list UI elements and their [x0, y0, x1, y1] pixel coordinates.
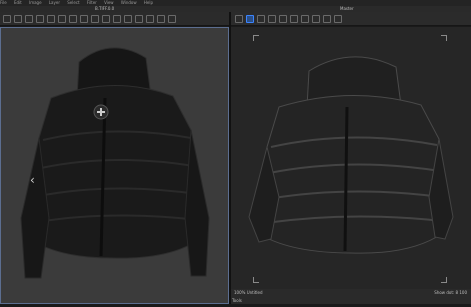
brush-tool-icon[interactable]: [47, 14, 55, 23]
camera-icon[interactable]: [279, 14, 287, 23]
status-right-text: Show dot: 8 100: [434, 290, 467, 295]
status-bar: 100% Untitled Show dot: 8 100 Tools: [231, 289, 471, 304]
frame-corner-top-right: [441, 35, 447, 41]
menu-file[interactable]: File: [0, 0, 7, 5]
right-toolbar: [231, 12, 471, 26]
view-tool-icon[interactable]: [235, 14, 243, 23]
grid-icon[interactable]: [257, 14, 265, 23]
eyedropper-tool-icon[interactable]: [113, 14, 121, 23]
gradient-tool-icon[interactable]: [146, 14, 154, 23]
menu-help[interactable]: Help: [144, 0, 153, 5]
eraser-tool-icon[interactable]: [58, 14, 66, 23]
pen-tool-icon[interactable]: [124, 14, 132, 23]
move-tool-icon[interactable]: [3, 14, 11, 23]
clone-tool-icon[interactable]: [69, 14, 77, 23]
material-icon[interactable]: [301, 14, 309, 23]
menu-edit[interactable]: Edit: [14, 0, 22, 5]
zoom-tool-icon[interactable]: [91, 14, 99, 23]
menu-filter[interactable]: Filter: [87, 0, 97, 5]
frame-corner-bottom-right: [441, 277, 447, 283]
hand-tool-icon[interactable]: [102, 14, 110, 23]
status-zoom-value[interactable]: 100: [459, 290, 467, 295]
menu-image[interactable]: Image: [29, 0, 42, 5]
left-viewport[interactable]: ‹: [0, 27, 229, 304]
status-dot-label: Show dot: 8: [434, 290, 459, 295]
bottom-tools-label[interactable]: Tools: [232, 298, 242, 303]
render-icon[interactable]: [312, 14, 320, 23]
crop-tool-icon[interactable]: [36, 14, 44, 23]
settings-icon[interactable]: [334, 14, 342, 23]
menu-layer[interactable]: Layer: [49, 0, 60, 5]
right-viewport[interactable]: [231, 27, 471, 289]
frame-corner-bottom-left: [253, 277, 259, 283]
left-toolbar: [0, 12, 229, 26]
shape-tool-icon[interactable]: [135, 14, 143, 23]
active-view-icon[interactable]: [246, 14, 254, 23]
select-tool-icon[interactable]: [14, 14, 22, 23]
layers-icon[interactable]: [168, 14, 176, 23]
status-left-text: 100% Untitled: [234, 290, 263, 295]
jacket-image-right: [248, 56, 454, 254]
previous-arrow-icon[interactable]: ‹: [30, 174, 35, 186]
frame-icon[interactable]: [268, 14, 276, 23]
menu-window[interactable]: Window: [121, 0, 137, 5]
compare-icon[interactable]: [323, 14, 331, 23]
menu-view[interactable]: View: [104, 0, 114, 5]
jacket-image-left: [20, 47, 210, 279]
menu-select[interactable]: Select: [67, 0, 79, 5]
light-icon[interactable]: [290, 14, 298, 23]
text-tool-icon[interactable]: [80, 14, 88, 23]
frame-corner-top-left: [253, 35, 259, 41]
fill-tool-icon[interactable]: [157, 14, 165, 23]
lasso-tool-icon[interactable]: [25, 14, 33, 23]
